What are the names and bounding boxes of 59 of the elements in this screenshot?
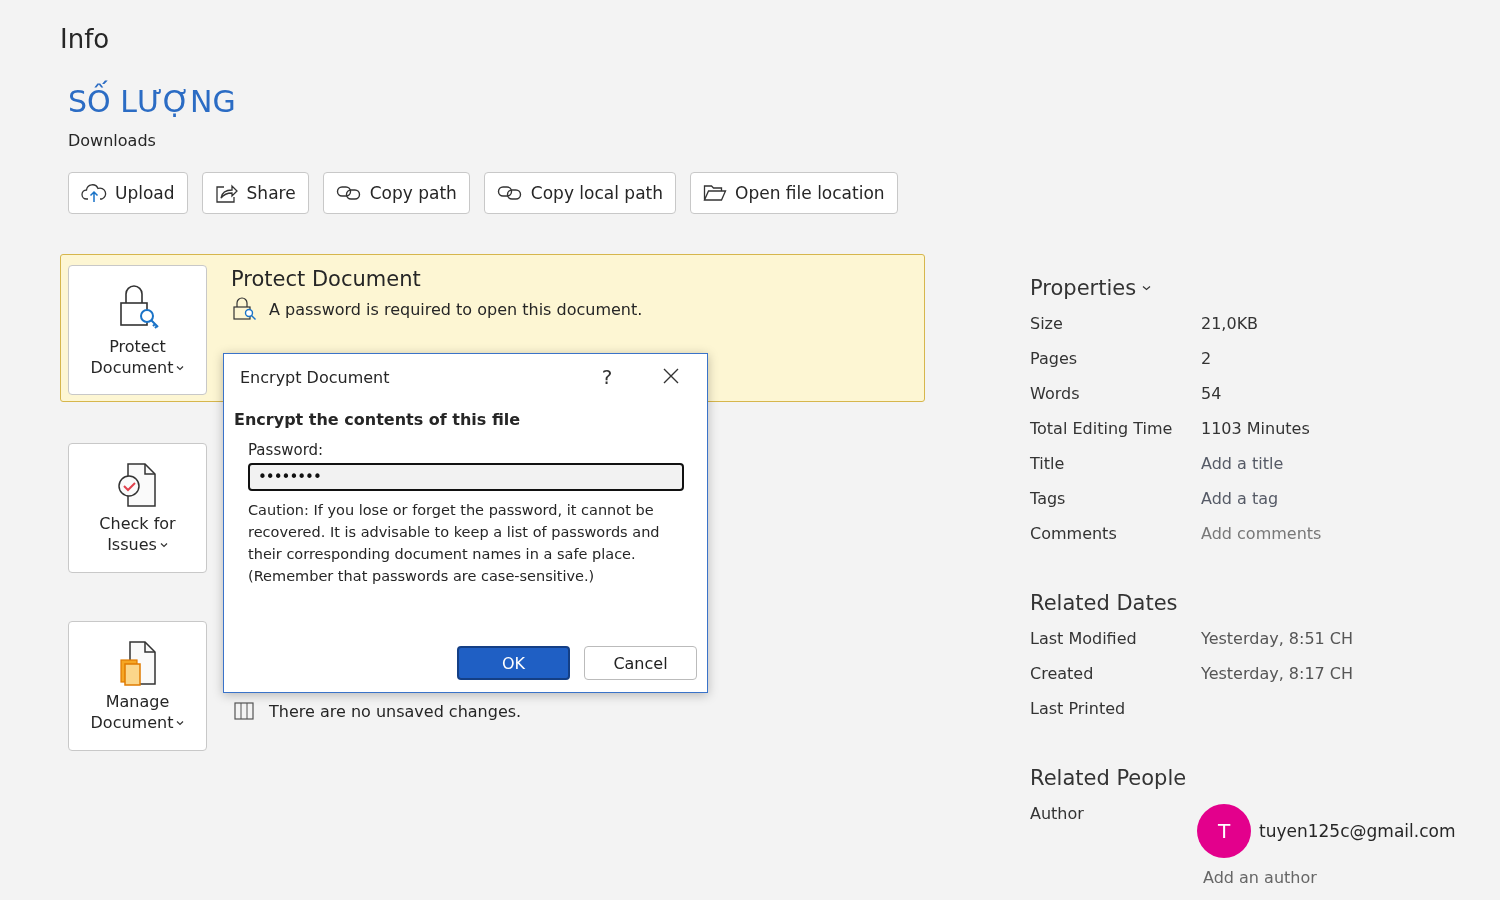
share-icon [214,183,239,203]
author-label: Author [1030,804,1085,825]
author-name: tuyen125c@gmail.com [1259,821,1456,841]
help-button[interactable]: ? [592,365,622,389]
section-button[interactable]: Protect Document [68,265,207,395]
document-location: Downloads [68,131,157,150]
chevron-down-icon [1142,285,1152,291]
property-input[interactable]: Add comments [1201,524,1322,559]
section-title: Protect Document [231,267,422,291]
avatar: T [1197,804,1251,858]
cloud-upload-icon [81,183,107,203]
folder-icon [703,184,728,202]
dialog-heading: Encrypt the contents of this file [234,410,522,429]
page-title: Info [60,24,111,54]
cancel-button[interactable]: Cancel [584,646,697,680]
property-label: Pages [1030,349,1079,370]
property-input[interactable]: Add a title [1201,454,1284,489]
link-icon [335,184,362,202]
chevron-down-icon [176,719,185,726]
section-heading: Related Dates [1030,591,1179,615]
property-label: Total Editing Time [1030,419,1174,440]
password-field[interactable]: •••••••• [248,463,684,491]
property-value: 1103 Minutes [1201,419,1310,440]
property-label: Title [1030,454,1066,475]
dialog-title: Encrypt Document [240,367,391,387]
action-button[interactable]: Upload [68,172,188,214]
date-label: Last Printed [1030,699,1127,720]
section-button[interactable]: Check for Issues [68,443,207,573]
link-icon [496,184,523,202]
password-label: Password: [248,441,325,459]
property-label: Words [1030,384,1081,405]
property-value: 21,0KB [1201,314,1259,335]
action-button[interactable]: Share [201,172,309,214]
close-icon [662,367,680,385]
action-button[interactable]: Copy local path [483,172,677,214]
date-label: Last Modified [1030,629,1138,650]
date-label: Created [1030,664,1095,685]
property-label: Comments [1030,524,1118,545]
property-label: Tags [1030,489,1067,510]
chevron-down-icon [159,541,168,548]
properties-heading[interactable]: Properties [1030,276,1395,300]
date-value: Yesterday, 8:17 CH [1201,664,1354,685]
chevron-down-icon [176,364,185,371]
add-author-link[interactable]: Add an author [1203,868,1456,887]
action-button[interactable]: Open file location [690,172,898,214]
section-detail: A password is required to open this document. [269,299,643,319]
property-value: 54 [1201,384,1222,405]
property-input[interactable]: Add a tag [1201,489,1279,524]
property-label: Size [1030,314,1064,335]
reminder-text: (Remember that passwords are case-sensitive.) [248,567,596,586]
section-button[interactable]: Manage Document [68,621,207,751]
section-heading: Related People [1030,766,1188,790]
date-value: Yesterday, 8:51 CH [1201,629,1354,650]
section-detail: There are no unsaved changes. [269,701,522,721]
ok-button[interactable]: OK [457,646,570,680]
action-button[interactable]: Copy path [322,172,470,214]
caution-text: Caution: If you lose or forget the password, it cannot be recovered. It is advisable to keep a list of passwords and their corresponding document names in a safe place. [248,501,661,564]
property-value: 2 [1201,349,1212,370]
lock-key-icon [231,297,257,321]
